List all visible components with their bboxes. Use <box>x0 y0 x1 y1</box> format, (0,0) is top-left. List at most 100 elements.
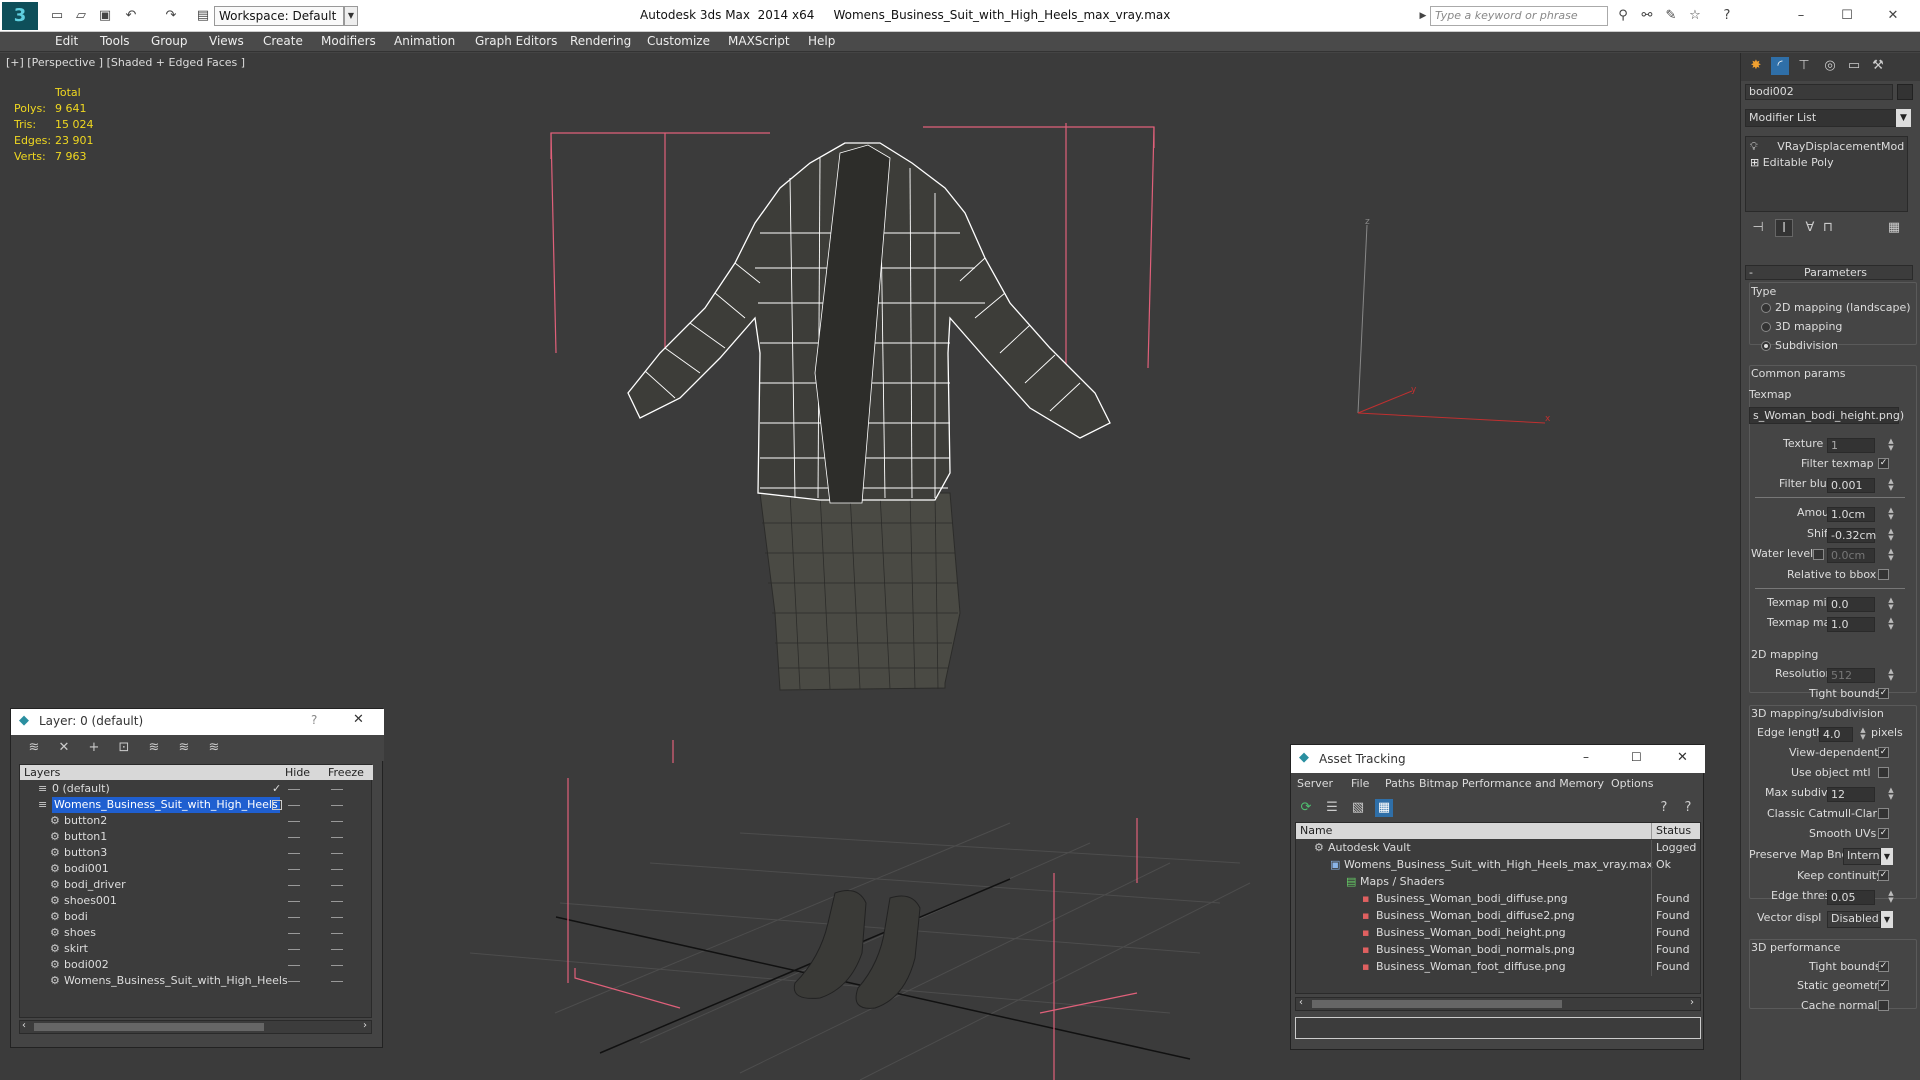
chevron-down-icon[interactable]: ▼ <box>344 6 358 26</box>
maximize-icon[interactable]: ☐ <box>1838 7 1856 25</box>
parameters-rollout-header[interactable]: - Parameters <box>1745 265 1913 280</box>
open-file-icon[interactable]: ▱ <box>72 7 90 25</box>
minimize-icon[interactable]: – <box>1792 7 1810 25</box>
hide-toggle[interactable] <box>288 933 300 934</box>
edge-thresh-input[interactable]: 0.05 <box>1827 890 1875 905</box>
new-file-icon[interactable]: ▭ <box>48 7 66 25</box>
asset-row[interactable]: ▪ Business_Woman_bodi_height.png Found <box>1296 925 1700 942</box>
thumbnail-view-icon[interactable]: ▧ <box>1349 799 1367 817</box>
texture-chan-input[interactable]: 1 <box>1827 438 1875 453</box>
delete-layer-icon[interactable]: ✕ <box>55 739 73 757</box>
freeze-toggle[interactable] <box>331 853 343 854</box>
classic-catmull-clark-checkbox[interactable] <box>1878 808 1889 819</box>
table-view-icon[interactable]: ▦ <box>1375 799 1393 817</box>
favorites-star-icon[interactable]: ☆ <box>1686 7 1704 25</box>
cache-normals-checkbox[interactable] <box>1878 1000 1889 1011</box>
asset-horizontal-scrollbar[interactable]: ‹ › <box>1295 997 1701 1011</box>
amount-input[interactable]: 1.0cm <box>1827 507 1875 522</box>
layer-window-titlebar[interactable]: ◆ Layer: 0 (default) ? ✕ <box>11 709 384 735</box>
layer-row[interactable]: ⚙ button1 <box>20 829 373 845</box>
col-name[interactable]: Name <box>1300 824 1332 837</box>
hide-toggle[interactable] <box>288 981 300 982</box>
hide-toggle[interactable] <box>288 869 300 870</box>
layer-row[interactable]: ⚙ bodi001 <box>20 861 373 877</box>
filter-texmap-checkbox[interactable]: ✓ <box>1878 458 1889 469</box>
freeze-toggle[interactable] <box>331 901 343 902</box>
help-icon[interactable]: ? <box>311 713 317 727</box>
chevron-down-icon[interactable]: ▼ <box>1881 911 1893 928</box>
communication-icon[interactable]: ✎ <box>1662 7 1680 25</box>
maximize-icon[interactable]: ☐ <box>1631 750 1642 764</box>
create-tab-icon[interactable]: ✸ <box>1747 57 1765 75</box>
max-subdivs-input[interactable]: 12 <box>1827 787 1875 802</box>
freeze-all-icon[interactable]: ≋ <box>205 739 223 757</box>
edge-thresh-spinner[interactable]: ▲ ▼ <box>1887 890 1895 905</box>
close-icon[interactable]: ✕ <box>1677 750 1688 765</box>
asset-menu-file[interactable]: File <box>1351 777 1369 790</box>
asset-row[interactable]: ▣ Womens_Business_Suit_with_High_Heels_ma… <box>1296 857 1700 874</box>
menu-help[interactable]: Help <box>808 34 835 48</box>
layer-row[interactable]: ⚙ shoes001 <box>20 893 373 909</box>
filter-blur-input[interactable]: 0.001 <box>1827 478 1875 493</box>
freeze-toggle[interactable] <box>331 917 343 918</box>
asset-menu-bitmap[interactable]: Bitmap Performance and Memory <box>1419 777 1604 790</box>
scroll-right-icon[interactable]: › <box>363 1020 367 1031</box>
resolution-spinner[interactable]: ▲ ▼ <box>1887 668 1895 683</box>
chevron-down-icon[interactable]: ▼ <box>1896 109 1911 127</box>
layer-horizontal-scrollbar[interactable]: ‹ › <box>19 1020 372 1034</box>
help-icon[interactable]: ? <box>1655 799 1673 817</box>
menu-tools[interactable]: Tools <box>100 34 130 48</box>
layer-row[interactable]: ⚙ button3 <box>20 845 373 861</box>
object-color-swatch[interactable] <box>1897 84 1913 100</box>
stack-item-editable-poly[interactable]: ⊞ Editable Poly <box>1750 155 1834 171</box>
layer-row[interactable]: ⚙ Womens_Business_Suit_with_High_Heels <box>20 973 373 989</box>
texmap-max-spinner[interactable]: ▲ ▼ <box>1887 617 1895 632</box>
asset-row[interactable]: ▪ Business_Woman_bodi_normals.png Found <box>1296 942 1700 959</box>
display-tab-icon[interactable]: ▭ <box>1845 57 1863 75</box>
add-to-layer-icon[interactable]: + <box>85 739 103 757</box>
view-dependent-checkbox[interactable]: ✓ <box>1878 747 1889 758</box>
menu-customize[interactable]: Customize <box>647 34 710 48</box>
vector-displ-dropdown[interactable]: Disabled <box>1827 911 1881 928</box>
edge-length-spinner[interactable]: ▲ ▼ <box>1859 727 1867 742</box>
close-icon[interactable]: ✕ <box>353 712 364 727</box>
help-icon[interactable]: ? <box>1718 7 1736 25</box>
modify-tab-icon[interactable]: ◜ <box>1771 57 1789 75</box>
water-level-input[interactable]: 0.0cm <box>1827 548 1875 563</box>
layer-row[interactable]: ⚙ skirt <box>20 941 373 957</box>
redo-icon[interactable]: ↷ <box>162 7 180 25</box>
freeze-toggle[interactable] <box>331 837 343 838</box>
hide-toggle[interactable] <box>288 965 300 966</box>
select-objects-icon[interactable]: ⊡ <box>115 739 133 757</box>
help-context-icon[interactable]: ? <box>1679 799 1697 817</box>
freeze-toggle[interactable] <box>331 805 343 806</box>
asset-row[interactable]: ▪ Business_Woman_foot_diffuse.png Found <box>1296 959 1700 976</box>
menu-rendering[interactable]: Rendering <box>570 34 631 48</box>
menu-graph-editors[interactable]: Graph Editors <box>475 34 557 48</box>
col-hide[interactable]: Hide <box>285 766 310 779</box>
scroll-right-icon[interactable]: › <box>1690 997 1694 1008</box>
refresh-icon[interactable]: ⟳ <box>1297 799 1315 817</box>
menu-maxscript[interactable]: MAXScript <box>728 34 790 48</box>
use-object-mtl-checkbox[interactable] <box>1878 767 1889 778</box>
radio-subdivision[interactable] <box>1761 341 1771 351</box>
smooth-uvs-checkbox[interactable]: ✓ <box>1878 828 1889 839</box>
menu-views[interactable]: Views <box>209 34 244 48</box>
scroll-left-icon[interactable]: ‹ <box>1299 997 1303 1008</box>
shift-spinner[interactable]: ▲ ▼ <box>1887 528 1895 543</box>
stack-item-vraydisplacement[interactable]: 💡︎ VRayDisplacementMod <box>1750 139 1904 155</box>
make-unique-icon[interactable]: ∀ <box>1801 219 1819 237</box>
asset-menu-server[interactable]: Server <box>1297 777 1333 790</box>
hide-toggle[interactable] <box>288 901 300 902</box>
lightbulb-icon[interactable]: 💡︎ <box>1750 140 1758 153</box>
shift-input[interactable]: -0.32cm <box>1827 528 1876 543</box>
freeze-toggle[interactable] <box>331 789 343 790</box>
configure-sets-icon[interactable]: ▦ <box>1885 219 1903 237</box>
object-name-field[interactable]: bodi002 <box>1745 84 1893 100</box>
viewport-label[interactable]: [+] [Perspective ] [Shaded + Edged Faces… <box>6 56 245 69</box>
asset-path-field[interactable] <box>1295 1017 1701 1039</box>
col-layers[interactable]: Layers <box>24 766 60 779</box>
freeze-toggle[interactable] <box>331 933 343 934</box>
scroll-thumb[interactable] <box>1312 1000 1562 1008</box>
freeze-toggle[interactable] <box>331 869 343 870</box>
